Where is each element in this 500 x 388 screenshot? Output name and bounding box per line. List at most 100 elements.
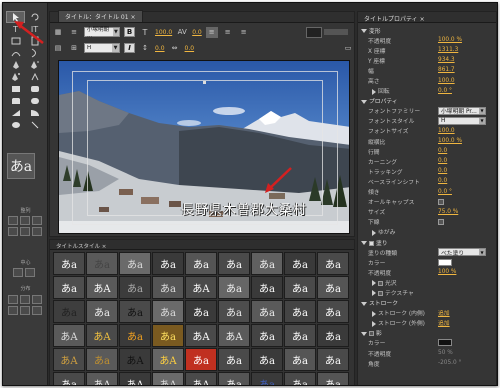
align-bottom-icon[interactable] <box>32 227 42 236</box>
property-value[interactable]: 100.0 % <box>438 138 462 144</box>
property-value[interactable]: 934.3 <box>438 57 455 63</box>
style-swatch[interactable]: あa <box>317 372 349 385</box>
timecode-field[interactable] <box>324 29 348 35</box>
disclosure-triangle-icon[interactable] <box>372 229 376 236</box>
rotate-tool[interactable] <box>25 11 44 23</box>
color-swatch[interactable] <box>438 339 452 347</box>
property-checkbox[interactable] <box>378 290 383 296</box>
property-checkbox[interactable] <box>369 240 374 246</box>
add-stroke-link[interactable]: 追加 <box>438 308 450 317</box>
disclosure-triangle-icon[interactable] <box>361 29 367 34</box>
style-swatch[interactable]: あa <box>53 252 85 275</box>
style-swatch[interactable]: あa <box>284 300 316 323</box>
style-swatch[interactable]: あa <box>251 348 283 371</box>
show-video-icon[interactable]: ▭ <box>342 43 354 54</box>
style-swatch[interactable]: あa <box>152 252 184 275</box>
style-swatch[interactable]: あA <box>86 276 118 299</box>
font-size-value[interactable]: 100.0 <box>155 29 172 36</box>
style-swatch[interactable]: あA <box>119 372 151 385</box>
style-swatch[interactable]: あa <box>86 300 118 323</box>
property-dropdown[interactable]: べた塗り ▼ <box>438 248 486 257</box>
style-swatch[interactable]: あA <box>185 276 217 299</box>
style-swatch[interactable]: あA <box>53 324 85 347</box>
align-center-v-icon[interactable] <box>20 227 30 236</box>
style-swatch[interactable]: あa <box>284 324 316 347</box>
property-value[interactable]: 0.0 <box>438 178 447 184</box>
distribute-top-icon[interactable] <box>8 306 18 315</box>
align-right-text-icon[interactable]: ≡ <box>238 27 250 38</box>
property-section-header[interactable]: プロパティ <box>361 96 398 105</box>
style-swatch[interactable]: あA <box>185 372 217 385</box>
path-type-tool[interactable] <box>6 47 25 59</box>
property-section-header[interactable]: 塗り <box>361 238 388 247</box>
style-swatch[interactable]: あa <box>86 252 118 275</box>
property-value[interactable]: 100.0 <box>438 78 455 84</box>
ellipse-tool[interactable] <box>6 119 25 131</box>
property-value[interactable]: 0.0 ° <box>438 189 452 195</box>
property-checkbox[interactable] <box>369 331 374 337</box>
property-value[interactable]: 0.0 <box>438 168 447 174</box>
disclosure-triangle-icon[interactable] <box>361 301 367 306</box>
disclosure-triangle-icon[interactable] <box>372 310 376 317</box>
close-tab-icon[interactable]: × <box>420 16 425 23</box>
style-swatch[interactable]: あa <box>53 276 85 299</box>
style-swatch[interactable]: あA <box>152 348 184 371</box>
style-swatch[interactable]: あa <box>218 300 250 323</box>
tab-title-01[interactable]: タイトル：タイトル 01 × <box>58 10 143 22</box>
style-swatch[interactable]: あa <box>53 300 85 323</box>
pen-tool[interactable] <box>6 59 25 71</box>
wedge-tool[interactable] <box>6 107 25 119</box>
property-value[interactable]: 0.0 <box>438 148 447 154</box>
round-corner-tool[interactable] <box>25 95 44 107</box>
style-swatch[interactable]: あA <box>185 324 217 347</box>
style-swatch[interactable]: あa <box>119 324 151 347</box>
style-swatch[interactable]: あA <box>86 372 118 385</box>
color-swatch[interactable] <box>438 258 452 266</box>
rectangle-tool[interactable] <box>6 83 25 95</box>
align-top-icon[interactable] <box>8 227 18 236</box>
close-tab-icon[interactable]: × <box>102 244 107 250</box>
title-preview-canvas[interactable]: 長野県木曽郡大桑村 <box>58 60 350 234</box>
style-swatch[interactable]: あa <box>284 252 316 275</box>
add-anchor-tool[interactable] <box>6 71 25 83</box>
property-value[interactable]: 50 % <box>438 350 453 356</box>
align-center-text-icon[interactable]: ≡ <box>222 27 234 38</box>
leading-value[interactable]: 0.0 <box>155 45 165 52</box>
font-family-dropdown[interactable]: 小塚明朝 ... ▼ <box>84 27 120 39</box>
property-checkbox[interactable] <box>438 218 444 225</box>
style-swatch[interactable]: あa <box>218 372 250 385</box>
disclosure-triangle-icon[interactable] <box>372 88 376 95</box>
clipped-corner-tool[interactable] <box>6 95 25 107</box>
style-swatch[interactable]: あa <box>119 252 151 275</box>
align-center-h-icon[interactable] <box>20 216 30 225</box>
line-tool[interactable] <box>25 119 44 131</box>
distribute-right-icon[interactable] <box>32 295 42 304</box>
center-vertical-icon[interactable] <box>25 268 35 277</box>
tab-stops-icon[interactable]: ⊞ <box>68 43 80 54</box>
convert-anchor-tool[interactable] <box>25 71 44 83</box>
italic-button[interactable]: I <box>124 43 135 53</box>
selection-tool[interactable] <box>6 11 25 23</box>
distribute-left-icon[interactable] <box>8 295 18 304</box>
property-dropdown[interactable]: 小塚明朝 Pr... ▼ <box>438 106 486 115</box>
font-style-dropdown[interactable]: H ▼ <box>84 43 120 53</box>
vertical-path-type-tool[interactable] <box>25 47 44 59</box>
disclosure-triangle-icon[interactable] <box>361 99 367 104</box>
align-right-icon[interactable] <box>32 216 42 225</box>
distribute-middle-icon[interactable] <box>20 306 30 315</box>
type-tool[interactable]: T <box>6 23 25 35</box>
vertical-area-type-tool[interactable] <box>25 35 44 47</box>
style-swatch[interactable]: あa <box>284 372 316 385</box>
disclosure-triangle-icon[interactable] <box>372 320 376 327</box>
disclosure-triangle-icon[interactable] <box>361 241 367 246</box>
title-styles-tab[interactable]: タイトルスタイル × <box>50 240 354 250</box>
arc-tool[interactable] <box>25 107 44 119</box>
property-value[interactable]: 0.0 <box>438 158 447 164</box>
style-swatch[interactable]: あa <box>251 324 283 347</box>
style-swatch[interactable]: あa <box>317 300 349 323</box>
style-swatch[interactable]: あa <box>119 300 151 323</box>
delete-anchor-tool[interactable] <box>25 59 44 71</box>
property-checkbox[interactable] <box>378 280 383 286</box>
distribute-bottom-icon[interactable] <box>32 306 42 315</box>
style-swatch[interactable]: あa <box>218 348 250 371</box>
